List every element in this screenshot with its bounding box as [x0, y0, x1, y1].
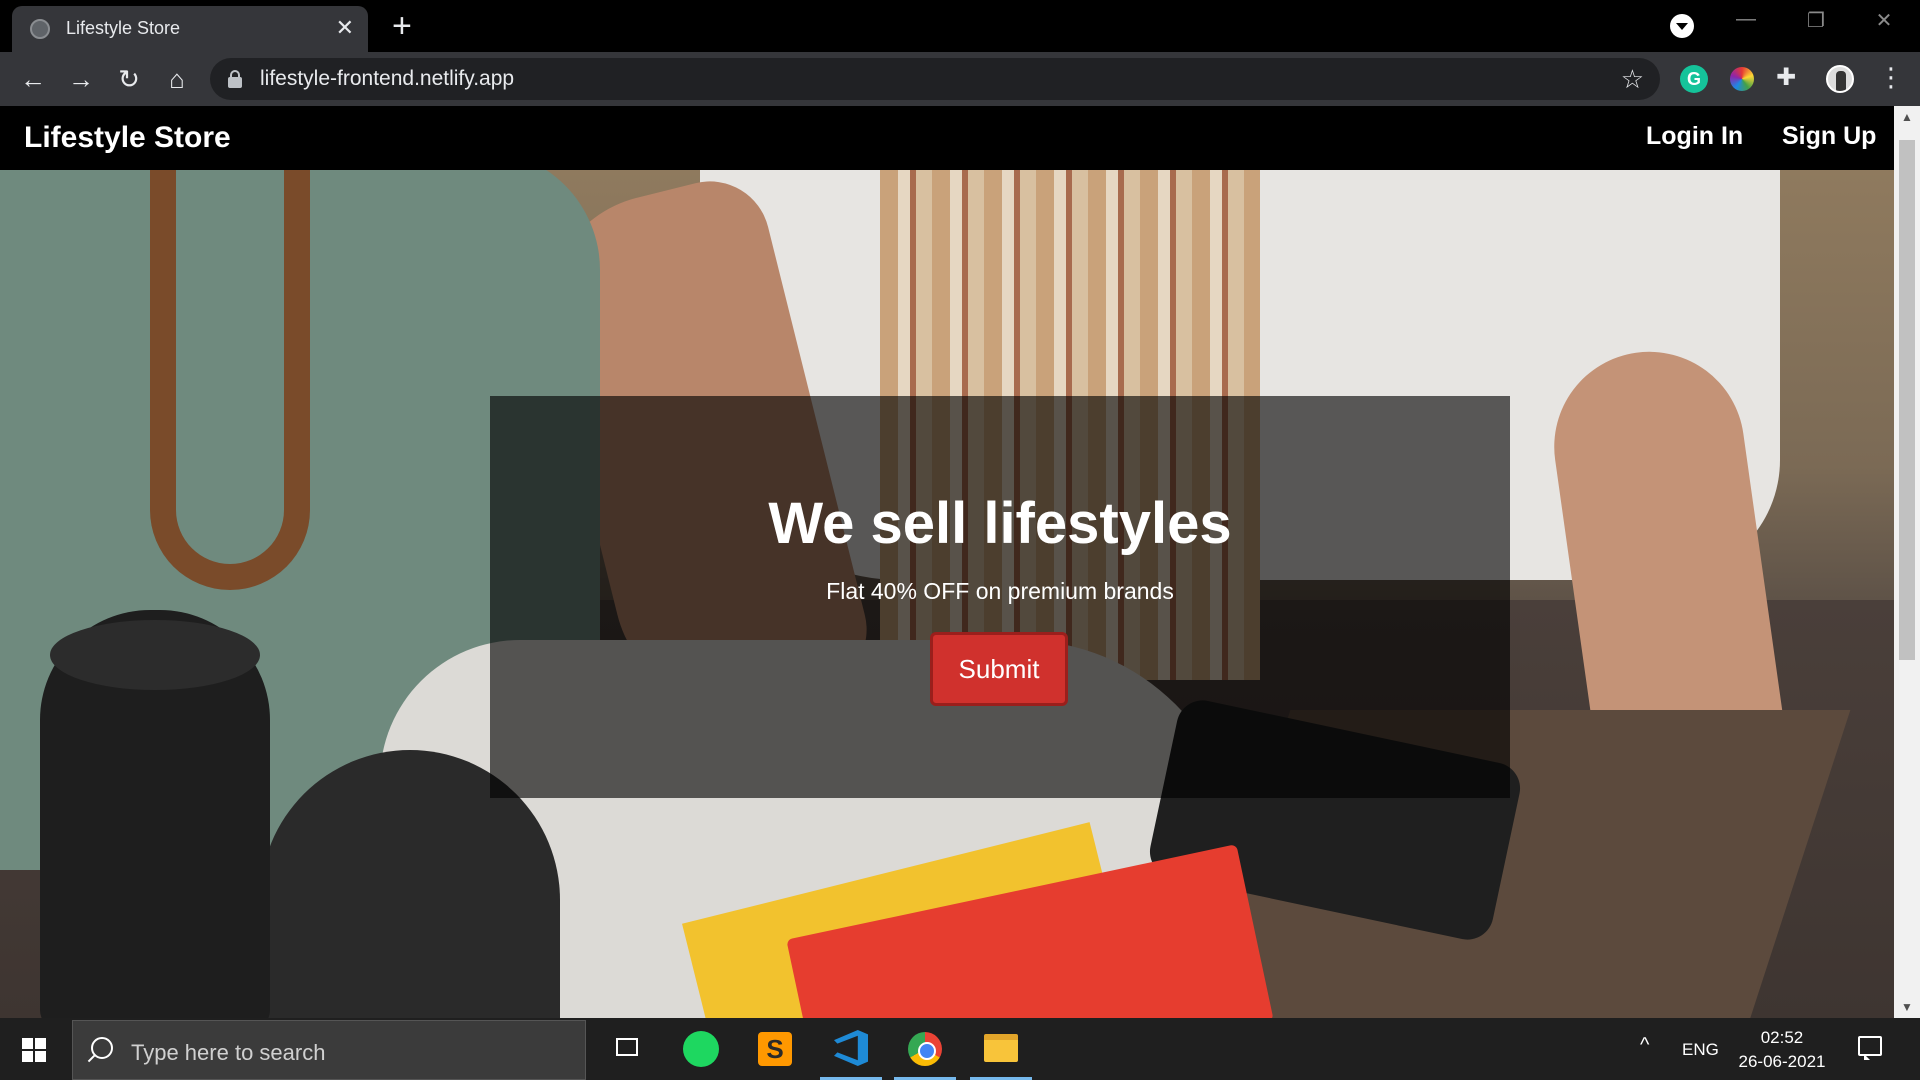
minimize-icon[interactable]: —	[1726, 8, 1766, 31]
scroll-down-icon[interactable]: ▼	[1901, 1000, 1913, 1014]
brand-logo[interactable]: Lifestyle Store	[24, 121, 231, 155]
bookmark-star-icon[interactable]: ☆	[1621, 64, 1644, 95]
submit-button[interactable]: Submit	[930, 632, 1068, 706]
tray-chevron-icon[interactable]: ^	[1640, 1034, 1649, 1057]
hero-subtitle: Flat 40% OFF on premium brands	[826, 578, 1174, 604]
window-close-icon[interactable]: ✕	[1864, 8, 1904, 33]
browser-tab[interactable]: Lifestyle Store ✕	[12, 6, 368, 52]
windows-taskbar: Type here to search S ^ ENG 02:52 26-06-…	[0, 1018, 1920, 1080]
windows-start-icon[interactable]	[22, 1038, 46, 1062]
sublime-text-icon[interactable]: S	[744, 1018, 806, 1080]
scroll-up-icon[interactable]: ▲	[1901, 110, 1913, 124]
site-navbar: Lifestyle Store Login In Sign Up	[0, 106, 1894, 170]
clock-date: 26-06-2021	[1738, 1052, 1826, 1071]
spotify-icon[interactable]	[670, 1018, 732, 1080]
reload-icon[interactable]: ↻	[112, 62, 146, 96]
tab-title: Lifestyle Store	[66, 18, 181, 38]
lock-icon[interactable]	[228, 70, 242, 88]
task-view-icon[interactable]	[596, 1018, 658, 1080]
clock-time: 02:52	[1760, 1028, 1804, 1047]
profile-avatar[interactable]	[1826, 65, 1854, 93]
maximize-icon[interactable]: ❐	[1796, 8, 1836, 33]
search-icon	[91, 1037, 113, 1059]
browser-menu-icon[interactable]: ⋮	[1878, 62, 1904, 93]
language-indicator[interactable]: ENG	[1682, 1040, 1719, 1060]
scroll-thumb[interactable]	[1899, 140, 1915, 660]
tab-close-icon[interactable]: ✕	[336, 15, 354, 41]
address-bar[interactable]: lifestyle-frontend.netlify.app ☆	[210, 58, 1660, 100]
chrome-icon[interactable]	[894, 1018, 956, 1080]
page-scrollbar[interactable]: ▲ ▼	[1894, 106, 1920, 1018]
hero-banner: We sell lifestyles Flat 40% OFF on premi…	[0, 170, 1894, 1018]
forward-icon[interactable]: →	[64, 62, 98, 96]
hero-overlay-card: We sell lifestyles Flat 40% OFF on premi…	[490, 396, 1510, 798]
notification-icon[interactable]	[1858, 1036, 1882, 1060]
url-text[interactable]: lifestyle-frontend.netlify.app	[260, 67, 514, 91]
extensions-puzzle-icon[interactable]: ✚	[1776, 63, 1804, 91]
search-placeholder: Type here to search	[131, 1040, 326, 1065]
browser-toolbar: ← → ↻ ⌂ lifestyle-frontend.netlify.app ☆…	[0, 52, 1920, 106]
color-extension-icon[interactable]	[1730, 67, 1754, 91]
hero-title: We sell lifestyles	[768, 491, 1232, 556]
login-link[interactable]: Login In	[1646, 122, 1743, 151]
new-tab-button[interactable]: +	[392, 6, 412, 46]
back-icon[interactable]: ←	[16, 62, 50, 96]
file-explorer-icon[interactable]	[970, 1018, 1032, 1080]
home-icon[interactable]: ⌂	[160, 62, 194, 96]
browser-tab-strip: Lifestyle Store ✕ + — ❐ ✕	[0, 0, 1920, 52]
globe-icon	[30, 19, 50, 39]
grammarly-extension-icon[interactable]: G	[1680, 65, 1708, 93]
tab-search-icon[interactable]	[1670, 14, 1694, 38]
taskbar-search-box[interactable]: Type here to search	[72, 1020, 586, 1080]
vscode-icon[interactable]	[820, 1018, 882, 1080]
page-viewport: Lifestyle Store Login In Sign Up We sell…	[0, 106, 1920, 1018]
signup-link[interactable]: Sign Up	[1782, 122, 1876, 151]
system-clock[interactable]: 02:52 26-06-2021	[1730, 1026, 1834, 1074]
